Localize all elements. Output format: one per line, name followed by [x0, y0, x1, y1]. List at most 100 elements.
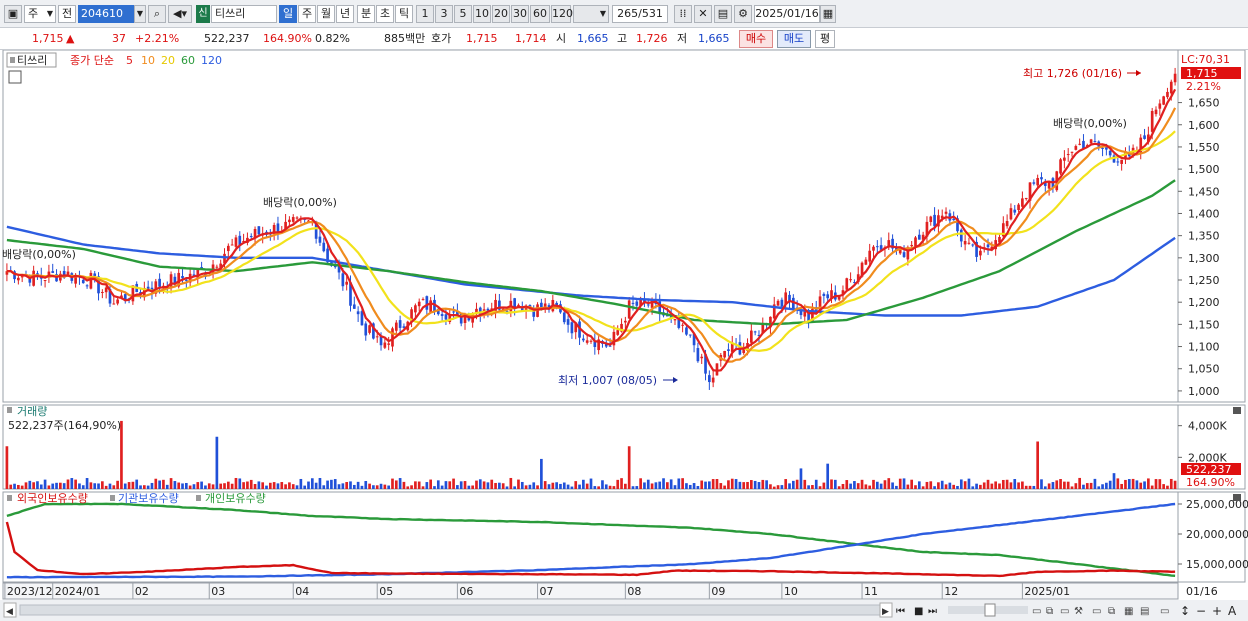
bottom-scrollbar[interactable]: ◀ ▶ ⏮ ■ ⏭ ▭ ⧉ ▭ ⚒ ▭ ⧉ ▦ ▤ ▭ ↕ − + A — [0, 600, 1248, 621]
move-icon[interactable]: ↕ — [1180, 604, 1190, 618]
x-axis-band — [2, 582, 1179, 600]
volume-bar — [1051, 482, 1055, 489]
candle-body — [971, 244, 975, 246]
volume-bar — [28, 480, 32, 489]
interval-60-button[interactable]: 60 — [530, 5, 550, 23]
volume-bar — [448, 481, 452, 489]
volume-bar — [719, 483, 723, 489]
zoom-slider[interactable] — [984, 603, 996, 617]
interval-120-button[interactable]: 120 — [551, 5, 573, 23]
volume-bar — [1059, 479, 1062, 489]
save-icon[interactable]: ▤ — [714, 5, 732, 23]
interval-input[interactable]: ▼ — [573, 5, 609, 23]
zoom-in-icon[interactable]: + — [1212, 604, 1222, 618]
stock-code-input[interactable]: 204610 — [78, 5, 134, 23]
period-year-button[interactable]: 년 — [336, 5, 354, 23]
volume-bar — [158, 480, 161, 489]
count-field[interactable]: 265/531 — [612, 5, 668, 23]
volume-bar — [5, 446, 9, 489]
period-tick-button[interactable]: 틱 — [395, 5, 413, 23]
settings-icon[interactable]: ⚙ — [734, 5, 752, 23]
candle-body — [356, 311, 360, 315]
volume-bar — [307, 481, 310, 489]
x-tick-label: 11 — [864, 585, 878, 598]
layout-icon[interactable]: ▭ — [1060, 606, 1069, 617]
volume-bar — [1093, 478, 1097, 489]
volume-bar — [616, 479, 620, 489]
date-field[interactable]: 2025/01/16 — [754, 5, 820, 23]
interval-3-button[interactable]: 3 — [435, 5, 453, 23]
speaker-icon[interactable]: ◀▾ — [168, 5, 192, 23]
interval-1-button[interactable]: 1 — [416, 5, 434, 23]
period-second-button[interactable]: 초 — [376, 5, 394, 23]
table-toggle-icon[interactable] — [8, 70, 22, 84]
x-axis-right-label: 01/16 — [1186, 585, 1218, 598]
volume-bar — [902, 478, 906, 489]
layout-icon[interactable]: ⧉ — [1108, 606, 1115, 617]
volume-bar — [165, 484, 169, 489]
volume-bar — [501, 483, 505, 489]
prev-button[interactable]: 전 — [58, 5, 76, 23]
interval-20-button[interactable]: 20 — [492, 5, 510, 23]
period-month-button[interactable]: 월 — [317, 5, 335, 23]
interval-10-button[interactable]: 10 — [473, 5, 491, 23]
layout-icon[interactable]: ▦ — [1124, 606, 1133, 617]
search-icon[interactable]: ⌕ — [148, 5, 166, 23]
interval-30-button[interactable]: 30 — [511, 5, 529, 23]
layout-icon[interactable]: ▭ — [1032, 606, 1041, 617]
layout-icon[interactable]: ▭ — [1092, 606, 1101, 617]
volume-bar — [608, 485, 612, 489]
market-selector[interactable]: 주 ▼ — [24, 5, 56, 23]
window-icon[interactable]: ▣ — [4, 5, 22, 23]
period-week-button[interactable]: 주 — [298, 5, 316, 23]
first-page-icon[interactable]: ⏮ — [896, 606, 905, 617]
buy-button[interactable]: 매수 — [739, 30, 773, 48]
candle-body — [715, 363, 719, 376]
stock-name-field[interactable]: 티쓰리 — [211, 5, 277, 23]
y-tick-label: 1,250 — [1188, 274, 1220, 287]
scroll-thumb[interactable] — [19, 604, 881, 616]
volume-bar — [1017, 482, 1020, 489]
period-minute-button[interactable]: 분 — [357, 5, 375, 23]
interval-5-button[interactable]: 5 — [454, 5, 472, 23]
volume-bar — [1070, 486, 1074, 489]
volume-bar — [101, 481, 104, 489]
volume-bar — [200, 481, 203, 489]
last-page-icon[interactable]: ⏭ — [928, 606, 937, 617]
bid-price: 1,714 — [515, 32, 547, 45]
trade-amount: 885백만 — [384, 32, 426, 45]
calendar-icon[interactable]: ▦ — [820, 5, 836, 23]
layout-icon[interactable]: ▤ — [1140, 606, 1149, 617]
volume-bar — [417, 481, 421, 489]
volume-bar — [1124, 479, 1127, 489]
volume-bar — [257, 481, 261, 489]
period-day-button[interactable]: 일 — [279, 5, 297, 23]
candle-body — [440, 314, 444, 316]
volume-bar — [36, 481, 39, 489]
code-dropdown-button[interactable]: ▼ — [134, 5, 146, 23]
volume-bar — [944, 484, 948, 489]
volume-bar — [284, 484, 287, 489]
stop-icon[interactable]: ■ — [914, 606, 923, 617]
crosshair-icon[interactable]: ✕ — [694, 5, 712, 23]
tools-icon[interactable]: ⚒ — [1074, 606, 1083, 617]
volume-bar — [433, 486, 436, 489]
grid-icon[interactable]: ⁞⁞ — [674, 5, 692, 23]
volume-bar — [32, 482, 35, 489]
layout-icon[interactable]: ▭ — [1160, 606, 1169, 617]
layout-icon[interactable]: ⧉ — [1046, 606, 1053, 617]
volume-bar — [601, 480, 604, 489]
volume-bar — [620, 478, 623, 489]
eval-button[interactable]: 평 — [815, 30, 835, 48]
candle-body — [387, 343, 391, 345]
sell-button[interactable]: 매도 — [777, 30, 811, 48]
volume-bar — [1089, 482, 1093, 489]
font-size-icon[interactable]: A — [1228, 604, 1237, 618]
zoom-out-icon[interactable]: − — [1196, 604, 1206, 618]
x-tick-label: 02 — [135, 585, 149, 598]
volume-bar — [387, 485, 391, 489]
holding-tick-label: 15,000,000 — [1186, 558, 1248, 571]
volume-bar — [459, 481, 463, 489]
candle-body — [967, 242, 971, 244]
stock-chart[interactable]: 1,000 1,050 1,100 1,150 1,200 1,250 1,300 1,350… — [0, 50, 1248, 621]
